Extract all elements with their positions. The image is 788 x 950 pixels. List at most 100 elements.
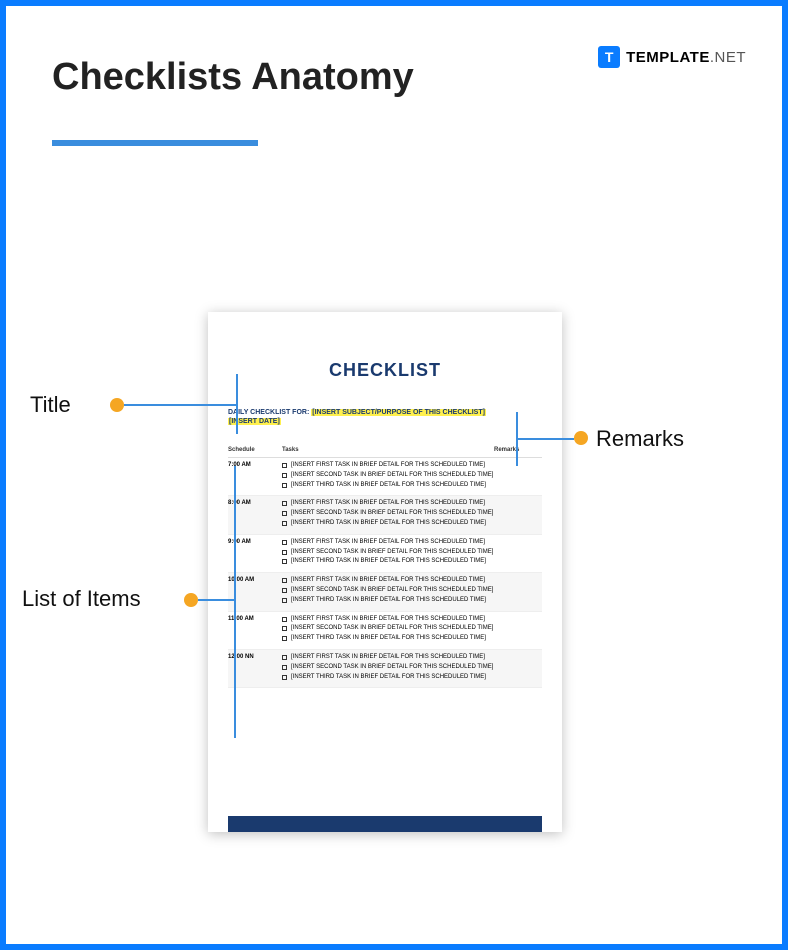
checkbox-icon bbox=[282, 598, 287, 603]
checkbox-icon bbox=[282, 636, 287, 641]
table-header: Schedule Tasks Remarks bbox=[228, 443, 542, 458]
task-text: [INSERT FIRST TASK IN BRIEF DETAIL FOR T… bbox=[291, 539, 494, 547]
task-text: [INSERT FIRST TASK IN BRIEF DETAIL FOR T… bbox=[291, 654, 494, 662]
schedule-cell: 11:00 AM bbox=[228, 616, 282, 645]
annotation-list-label: List of Items bbox=[22, 586, 141, 612]
tasks-cell: [INSERT FIRST TASK IN BRIEF DETAIL FOR T… bbox=[282, 462, 494, 491]
tasks-cell: [INSERT FIRST TASK IN BRIEF DETAIL FOR T… bbox=[282, 654, 494, 683]
tasks-cell: [INSERT FIRST TASK IN BRIEF DETAIL FOR T… bbox=[282, 500, 494, 529]
subtitle-row: DAILY CHECKLIST FOR: [INSERT SUBJECT/PUR… bbox=[228, 409, 542, 416]
logo-light: .NET bbox=[710, 49, 746, 66]
task-item: [INSERT SECOND TASK IN BRIEF DETAIL FOR … bbox=[282, 587, 494, 595]
task-text: [INSERT SECOND TASK IN BRIEF DETAIL FOR … bbox=[291, 664, 494, 672]
task-item: [INSERT SECOND TASK IN BRIEF DETAIL FOR … bbox=[282, 510, 494, 518]
task-item: [INSERT FIRST TASK IN BRIEF DETAIL FOR T… bbox=[282, 577, 494, 585]
task-item: [INSERT THIRD TASK IN BRIEF DETAIL FOR T… bbox=[282, 635, 494, 643]
checkbox-icon bbox=[282, 559, 287, 564]
annotation-title: Title bbox=[30, 392, 71, 418]
checkbox-icon bbox=[282, 578, 287, 583]
checkbox-icon bbox=[282, 665, 287, 670]
subtitle-prefix: DAILY CHECKLIST FOR: bbox=[228, 409, 309, 416]
schedule-cell: 7:00 AM bbox=[228, 462, 282, 491]
checkbox-icon bbox=[282, 588, 287, 593]
annotation-remarks: Remarks bbox=[596, 426, 684, 452]
connector-line bbox=[234, 466, 236, 738]
annotation-list: List of Items bbox=[22, 586, 141, 612]
table-row: 10:00 AM [INSERT FIRST TASK IN BRIEF DETA… bbox=[228, 573, 542, 611]
task-item: [INSERT FIRST TASK IN BRIEF DETAIL FOR T… bbox=[282, 616, 494, 624]
task-item: [INSERT SECOND TASK IN BRIEF DETAIL FOR … bbox=[282, 625, 494, 633]
dot-icon bbox=[110, 398, 124, 412]
table-row: 11:00 AM [INSERT FIRST TASK IN BRIEF DETA… bbox=[228, 612, 542, 650]
tasks-cell: [INSERT FIRST TASK IN BRIEF DETAIL FOR T… bbox=[282, 539, 494, 568]
remarks-cell bbox=[494, 500, 542, 529]
remarks-cell bbox=[494, 577, 542, 606]
header-schedule: Schedule bbox=[228, 447, 282, 453]
title-underline bbox=[52, 140, 258, 146]
task-item: [INSERT SECOND TASK IN BRIEF DETAIL FOR … bbox=[282, 472, 494, 480]
tasks-cell: [INSERT FIRST TASK IN BRIEF DETAIL FOR T… bbox=[282, 616, 494, 645]
task-text: [INSERT THIRD TASK IN BRIEF DETAIL FOR T… bbox=[291, 674, 494, 682]
header-tasks: Tasks bbox=[282, 447, 494, 453]
schedule-cell: 9:00 AM bbox=[228, 539, 282, 568]
checkbox-icon bbox=[282, 521, 287, 526]
task-text: [INSERT SECOND TASK IN BRIEF DETAIL FOR … bbox=[291, 625, 494, 633]
table-row: 12:00 NN [INSERT FIRST TASK IN BRIEF DETA… bbox=[228, 650, 542, 688]
remarks-cell bbox=[494, 654, 542, 683]
checkbox-icon bbox=[282, 483, 287, 488]
header-remarks: Remarks bbox=[494, 447, 542, 453]
schedule-cell: 8:00 AM bbox=[228, 500, 282, 529]
task-text: [INSERT SECOND TASK IN BRIEF DETAIL FOR … bbox=[291, 549, 494, 557]
logo-text: TEMPLATE.NET bbox=[626, 49, 746, 66]
task-text: [INSERT SECOND TASK IN BRIEF DETAIL FOR … bbox=[291, 472, 494, 480]
remarks-cell bbox=[494, 616, 542, 645]
date-row: [INSERT DATE] bbox=[228, 418, 542, 425]
task-text: [INSERT FIRST TASK IN BRIEF DETAIL FOR T… bbox=[291, 577, 494, 585]
task-item: [INSERT SECOND TASK IN BRIEF DETAIL FOR … bbox=[282, 664, 494, 672]
document-title: CHECKLIST bbox=[228, 360, 542, 381]
task-text: [INSERT THIRD TASK IN BRIEF DETAIL FOR T… bbox=[291, 558, 494, 566]
remarks-cell bbox=[494, 462, 542, 491]
task-item: [INSERT FIRST TASK IN BRIEF DETAIL FOR T… bbox=[282, 462, 494, 470]
checkbox-icon bbox=[282, 473, 287, 478]
checkbox-icon bbox=[282, 655, 287, 660]
connector-line bbox=[236, 374, 238, 434]
task-item: [INSERT FIRST TASK IN BRIEF DETAIL FOR T… bbox=[282, 500, 494, 508]
table-row: 7:00 AM[INSERT FIRST TASK IN BRIEF DETAI… bbox=[228, 458, 542, 496]
checklist-table: Schedule Tasks Remarks 7:00 AM[INSERT FI… bbox=[228, 443, 542, 688]
document-preview: CHECKLIST DAILY CHECKLIST FOR: [INSERT S… bbox=[208, 312, 562, 832]
connector-line bbox=[198, 599, 234, 601]
dot-icon bbox=[574, 431, 588, 445]
annotation-title-label: Title bbox=[30, 392, 71, 418]
page-title: Checklists Anatomy bbox=[52, 56, 414, 99]
subtitle-highlight: [INSERT SUBJECT/PURPOSE OF THIS CHECKLIS… bbox=[311, 409, 486, 416]
task-item: [INSERT FIRST TASK IN BRIEF DETAIL FOR T… bbox=[282, 539, 494, 547]
logo-bold: TEMPLATE bbox=[626, 49, 710, 66]
task-item: [INSERT FIRST TASK IN BRIEF DETAIL FOR T… bbox=[282, 654, 494, 662]
checkbox-icon bbox=[282, 540, 287, 545]
logo-icon: T bbox=[598, 46, 620, 68]
connector-line bbox=[516, 438, 574, 440]
task-item: [INSERT THIRD TASK IN BRIEF DETAIL FOR T… bbox=[282, 520, 494, 528]
task-item: [INSERT SECOND TASK IN BRIEF DETAIL FOR … bbox=[282, 549, 494, 557]
task-text: [INSERT SECOND TASK IN BRIEF DETAIL FOR … bbox=[291, 587, 494, 595]
document-footer-bar bbox=[228, 816, 542, 832]
task-item: [INSERT THIRD TASK IN BRIEF DETAIL FOR T… bbox=[282, 482, 494, 490]
task-text: [INSERT THIRD TASK IN BRIEF DETAIL FOR T… bbox=[291, 635, 494, 643]
task-text: [INSERT FIRST TASK IN BRIEF DETAIL FOR T… bbox=[291, 616, 494, 624]
checkbox-icon bbox=[282, 550, 287, 555]
checkbox-icon bbox=[282, 675, 287, 680]
schedule-cell: 12:00 NN bbox=[228, 654, 282, 683]
schedule-cell: 10:00 AM bbox=[228, 577, 282, 606]
task-text: [INSERT THIRD TASK IN BRIEF DETAIL FOR T… bbox=[291, 520, 494, 528]
task-item: [INSERT THIRD TASK IN BRIEF DETAIL FOR T… bbox=[282, 597, 494, 605]
connector-line bbox=[124, 404, 236, 406]
table-row: 9:00 AM [INSERT FIRST TASK IN BRIEF DETAI… bbox=[228, 535, 542, 573]
checkbox-icon bbox=[282, 626, 287, 631]
task-text: [INSERT THIRD TASK IN BRIEF DETAIL FOR T… bbox=[291, 482, 494, 490]
brand-logo: T TEMPLATE.NET bbox=[598, 46, 746, 68]
checkbox-icon bbox=[282, 463, 287, 468]
table-row: 8:00 AM[INSERT FIRST TASK IN BRIEF DETAI… bbox=[228, 496, 542, 534]
tasks-cell: [INSERT FIRST TASK IN BRIEF DETAIL FOR T… bbox=[282, 577, 494, 606]
checkbox-icon bbox=[282, 511, 287, 516]
